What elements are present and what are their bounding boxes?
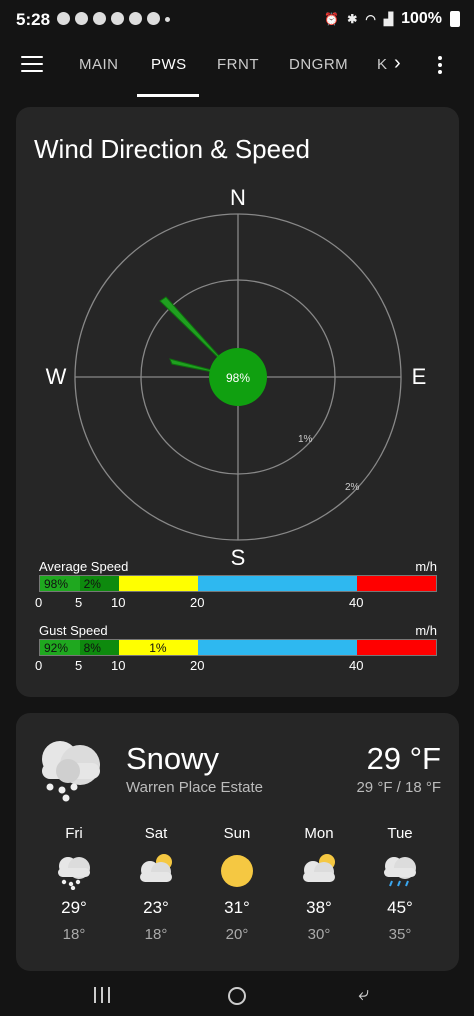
wifi-icon: ◠ [365,12,376,26]
avg-tick-20: 20 [190,595,205,610]
gust-tick-20: 20 [190,658,205,673]
ring-label-1: 1% [298,434,313,445]
gust-seg-40-plus [356,640,436,655]
tab-main[interactable]: MAIN [79,56,119,73]
system-nav-bar: ⤶ [0,975,474,1016]
forecast-day-fri: Fri 29° 18° [44,825,104,943]
avg-tick-10: 10 [111,595,126,610]
forecast-day-sun: Sun 31° 20° [207,825,267,943]
bluetooth-icon: ✱ [347,12,358,26]
hamburger-menu-icon[interactable] [21,56,43,74]
active-tab-indicator [137,94,199,97]
forecast-day-tue: Tue 45° 35° [370,825,430,943]
avg-speed-label: Average Speed [39,559,129,574]
tab-pws[interactable]: PWS [151,56,187,73]
more-vert-icon[interactable] [438,56,444,77]
gust-tick-5: 5 [75,658,83,673]
avatar-notification-icon [57,12,70,25]
recents-icon[interactable] [94,987,110,1003]
current-temp: 29 °F [366,741,441,776]
battery-icon [450,11,460,27]
avg-speed-unit: m/h [415,559,437,574]
discord-notification-icon-2 [111,12,124,25]
dir-w: W [46,364,67,389]
gust-tick-10: 10 [111,658,126,673]
sunny-icon [221,855,253,887]
avg-tick-40: 40 [349,595,364,610]
dir-s: S [231,545,246,567]
gust-seg-10-20: 1% [119,640,199,655]
app-notification-icon [147,12,160,25]
tab-bar: MAIN PWS FRNT DNGRM K › [0,40,474,98]
gust-tick-40: 40 [349,658,364,673]
avg-speed-bar: 98% 2% [39,575,437,592]
gust-seg-20-40 [198,640,357,655]
alarm-icon: ⏰ [324,12,340,26]
home-icon[interactable] [228,987,246,1005]
forecast-day-sat: Sat 23° 18° [126,825,186,943]
forecast-day-mon: Mon 38° 30° [289,825,349,943]
avg-seg-20-40 [198,576,357,591]
avg-seg-5-10: 2% [79,576,120,591]
back-icon[interactable]: ⤶ [358,983,369,1006]
tab-partial[interactable]: K [377,56,388,73]
notification-icons [57,12,170,25]
messenger-notification-icon [129,12,142,25]
signal-icon: ▟ [383,12,394,26]
partly-cloudy-icon [140,854,172,882]
avg-tick-5: 5 [75,595,83,610]
tab-frnt[interactable]: FRNT [217,56,259,73]
avg-seg-10-20 [119,576,199,591]
status-bar: 5:28 ⏰ ✱ ◠ ▟ 100% [0,0,474,40]
gust-tick-0: 0 [35,658,43,673]
current-condition: Snowy [126,741,220,776]
gust-seg-0-5: 92% [40,640,80,655]
chat-notification-icon [75,12,88,25]
status-time: 5:28 [16,10,51,29]
tab-dngrm[interactable]: DNGRM [289,56,348,73]
gust-speed-unit: m/h [415,623,437,638]
gust-seg-5-10: 8% [79,640,120,655]
chevron-right-icon[interactable]: › [394,52,401,75]
location-name: Warren Place Estate [126,779,263,796]
avg-seg-40-plus [356,576,436,591]
gust-speed-bar: 92% 8% 1% [39,639,437,656]
dir-e: E [412,364,427,389]
wind-rose: 98% N S W E 1% 2% [46,185,427,567]
partly-cloudy-icon [303,854,335,882]
more-notifications-dot [165,17,170,22]
avg-tick-0: 0 [35,595,43,610]
wind-card: Wind Direction & Speed 98% N S W E 1% 2%… [16,107,459,697]
snow-cloud-icon [42,741,100,802]
hi-lo-temp: 29 °F / 18 °F [356,779,441,796]
ring-label-2: 2% [345,482,360,493]
avg-seg-0-5: 98% [40,576,80,591]
battery-percent: 100% [401,10,442,27]
dir-n: N [230,185,246,210]
weather-card[interactable]: Snowy Warren Place Estate 29 °F 29 °F / … [16,713,459,971]
snow-icon [58,857,90,890]
gust-speed-label: Gust Speed [39,623,108,638]
discord-notification-icon [93,12,106,25]
rain-icon [384,857,416,887]
calm-pct: 98% [226,371,250,385]
